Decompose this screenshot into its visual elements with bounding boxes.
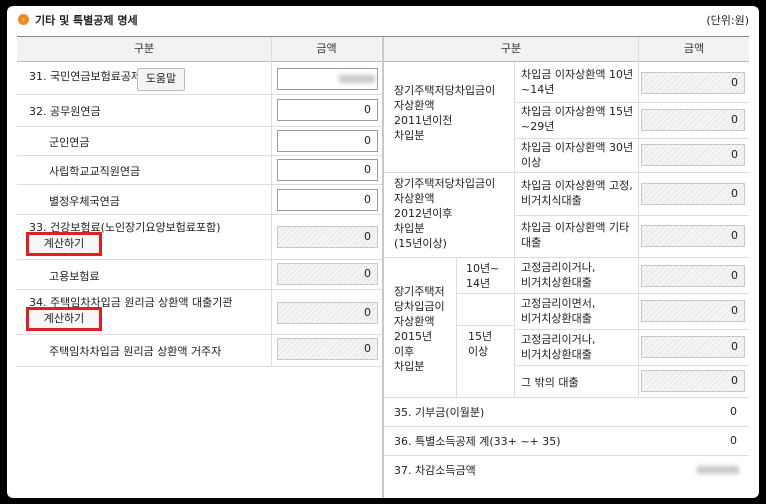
unit-label: (단위:원) [706,14,749,27]
type-4-input: 0 [641,370,745,392]
lease-loan-lender-input: 0 [277,302,378,324]
row-32a-label: 군인연금 [49,136,90,149]
row-line [515,102,749,103]
section-title: 기타 및 특별공제 명세 [35,14,138,27]
row-line [384,172,749,173]
row-line [384,397,749,398]
interest-15-29-input: 0 [641,109,745,131]
divider [271,37,272,367]
period-15-label: 15년 이상 [468,330,493,358]
group-2012-label: 장기주택저당차입금이 자상환액 2012년이후 차입분 (15년이상) [394,177,496,250]
row-line [457,293,749,294]
row-35-value: 0 [730,405,737,418]
row-line [515,215,749,216]
row-32b-label: 사립학교교직원연금 [49,165,141,178]
row-line [17,259,382,260]
row-33a-label: 고용보험료 [49,270,100,283]
row-line [17,184,382,185]
interest-fixed-input: 0 [641,183,745,205]
group-2015-label: 장기주택저 당차입금이 자상환액 2015년 이후 차입분 [394,285,445,373]
row-36-value: 0 [730,434,737,447]
col-header-gubun-left: 구분 [17,37,271,61]
row-line [384,426,749,427]
interest-10-14-input: 0 [641,72,745,94]
row-32-label: 32. 공무원연금 [29,105,101,118]
masked-value [697,466,739,474]
col-header-amount-left: 금액 [272,37,381,61]
row-34a-label: 주택임차차입금 원리금 상환액 거주자 [49,345,222,358]
sub-other-label: 차입금 이자상환액 기타 대출 [521,221,630,249]
period-10-14-label: 10년~ 14년 [466,262,500,290]
row-31-label: 31. 국민연금보험료공제 [29,70,142,83]
row-line [515,138,749,139]
interest-other-input: 0 [641,225,745,247]
divider [456,258,457,397]
row-32c-label: 별정우체국연금 [49,195,120,208]
sub-15-29-label: 차입금 이자상환액 15년 ~29년 [521,105,634,133]
lease-loan-resident-input: 0 [277,338,378,360]
deduction-panel: › 기타 및 특별공제 명세 (단위:원) 구분 금액 구분 금액 31. 국민… [7,6,759,498]
row-line [17,214,382,215]
employment-insurance-input: 0 [277,263,378,285]
row-line [457,325,514,326]
type-4-label: 그 밖의 대출 [521,376,579,389]
sub-10-14-label: 차입금 이자상환액 10년 ~14년 [521,68,634,96]
row-line [515,329,749,330]
type-3-label: 고정금리이거나, 비거치상환대출 [521,333,596,361]
row-37-label: 37. 차감소득금액 [394,464,476,477]
health-insurance-calc-button[interactable]: 계산하기 [26,232,102,256]
group-2011-label: 장기주택저당차입금이 자상환액 2011년이전 차입분 [394,84,496,142]
teacher-pension-input[interactable]: 0 [277,159,378,181]
section-header: › 기타 및 특별공제 명세 (단위:원) [7,6,759,32]
interest-30-input: 0 [641,144,745,166]
row-line [17,289,382,290]
row-line [17,94,382,95]
help-button[interactable]: 도움말 [137,68,185,91]
row-line [515,365,749,366]
row-line [17,366,382,367]
post-office-pension-input[interactable]: 0 [277,189,378,211]
lease-loan-calc-button[interactable]: 계산하기 [26,307,102,331]
divider [514,62,515,397]
military-pension-input[interactable]: 0 [277,130,378,152]
row-35-label: 35. 기부금(이월분) [394,406,485,419]
masked-value [339,75,375,83]
row-line [17,126,382,127]
type-2-input: 0 [641,300,745,322]
health-insurance-input: 0 [277,226,378,248]
type-2-label: 고정금리이면서, 비거치상환대출 [521,297,596,325]
type-3-input: 0 [641,336,745,358]
col-header-amount-right: 금액 [639,37,749,61]
row-line [17,334,382,335]
type-1-input: 0 [641,265,745,287]
civil-pension-input[interactable]: 0 [277,99,378,121]
type-1-label: 고정금리이거나, 비거치상환대출 [521,261,596,289]
row-line [384,455,749,456]
row-line [384,257,749,258]
sub-30-label: 차입금 이자상환액 30년 이상 [521,141,634,169]
row-line [17,155,382,156]
divider [383,37,384,498]
col-header-gubun-right: 구분 [384,37,638,61]
row-36-label: 36. 특별소득공제 계(33+ ~+ 35) [394,435,561,448]
sub-fixed-label: 차입금 이자상환액 고정, 비거치식대출 [521,179,633,207]
divider [638,37,639,397]
arrow-bullet-icon: › [18,14,29,25]
